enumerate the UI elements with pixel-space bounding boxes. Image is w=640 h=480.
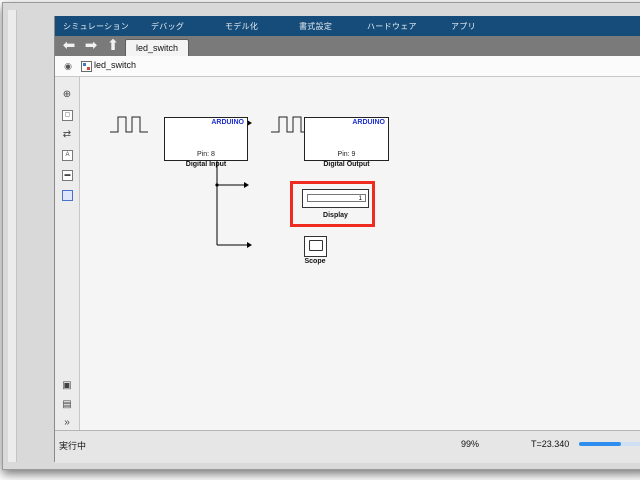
left-toolbar: ⊕ ▢ ⇄ A ▬ ▣ ▤ »: [55, 77, 80, 430]
model-canvas[interactable]: ARDUINO Pin: 8 Digital Input ARDUINO Pin…: [80, 77, 640, 430]
breadcrumb: ◉ led_switch: [55, 56, 640, 77]
menu-hardware[interactable]: ハードウェア: [367, 21, 417, 32]
menu-simulation[interactable]: シミュレーション: [63, 21, 129, 32]
annotation-icon[interactable]: A: [62, 150, 73, 161]
simulation-progress-bar: [579, 442, 640, 446]
pulse-icon-input: [110, 116, 148, 133]
arrow-routing-icon[interactable]: ⇄: [61, 129, 73, 141]
arduino-tag: ARDUINO: [211, 119, 244, 126]
scope-caption: Scope: [304, 258, 326, 265]
digital-input-block[interactable]: ARDUINO Pin: 8: [164, 117, 248, 161]
zoom-level: 99%: [461, 439, 480, 449]
breadcrumb-label[interactable]: led_switch: [94, 60, 136, 70]
area-icon[interactable]: [62, 190, 73, 201]
tab-led-switch[interactable]: led_switch: [125, 39, 189, 57]
navigation-bar: ⬅ ➡ ⬆ led_switch: [55, 36, 640, 57]
back-arrow-icon[interactable]: ⬅: [61, 38, 77, 54]
forward-arrow-icon[interactable]: ➡: [83, 38, 99, 54]
camera-icon[interactable]: ▣: [61, 380, 73, 392]
zoom-icon[interactable]: ⊕: [61, 89, 73, 101]
status-bar: 実行中 99% T=23.340: [55, 430, 640, 463]
menu-apps[interactable]: アプリ: [451, 21, 476, 32]
left-rail: [8, 10, 17, 462]
property-inspector-icon[interactable]: ▤: [61, 399, 73, 411]
fit-view-icon[interactable]: ▢: [62, 110, 73, 121]
display-caption: Display: [323, 212, 348, 219]
menu-format[interactable]: 書式設定: [299, 21, 332, 32]
image-icon[interactable]: ▬: [62, 170, 73, 181]
status-state: 実行中: [59, 441, 87, 451]
hide-explorer-icon[interactable]: ◉: [63, 61, 73, 71]
simulink-window: シミュレーション デバッグ モデル化 書式設定 ハードウェア アプリ ⬅ ➡ ⬆…: [54, 16, 640, 463]
digital-input-caption: Digital Input: [185, 161, 227, 168]
display-value: 1: [307, 194, 366, 202]
menu-bar: シミュレーション デバッグ モデル化 書式設定 ハードウェア アプリ: [55, 16, 640, 37]
scope-icon: [309, 240, 323, 251]
simulation-time: T=23.340: [531, 439, 570, 449]
expand-toolbar-icon[interactable]: »: [61, 417, 73, 429]
display-block[interactable]: 1: [302, 189, 369, 208]
simulation-progress-fill: [579, 442, 621, 446]
up-arrow-icon[interactable]: ⬆: [105, 38, 121, 54]
digital-output-caption: Digital Output: [323, 161, 370, 168]
scope-block[interactable]: [304, 236, 327, 257]
menu-debug[interactable]: デバッグ: [151, 21, 184, 32]
pin-label: Pin: 8: [197, 151, 215, 158]
arduino-tag: ARDUINO: [352, 119, 385, 126]
pin-label: Pin: 9: [337, 151, 356, 158]
model-icon: [81, 61, 92, 72]
digital-output-block[interactable]: ARDUINO Pin: 9: [304, 117, 389, 161]
arrowhead-scope: [247, 242, 252, 248]
arrowhead-display: [244, 182, 249, 188]
menu-modeling[interactable]: モデル化: [225, 21, 258, 32]
